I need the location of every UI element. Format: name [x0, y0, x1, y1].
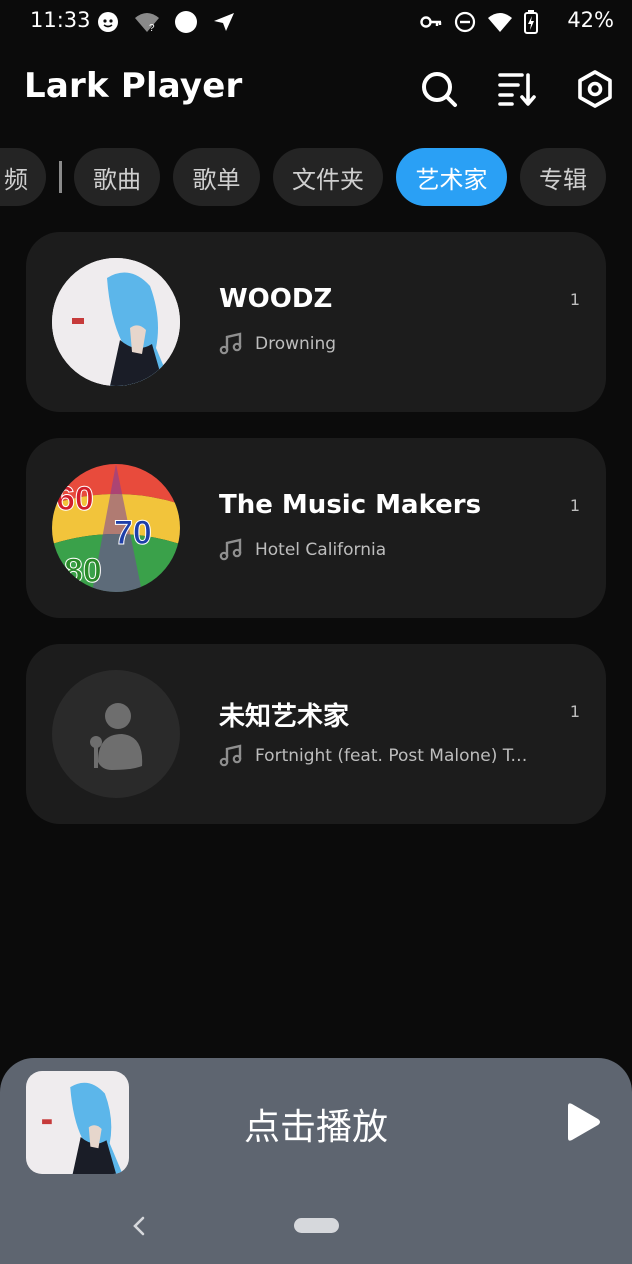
header-actions [418, 68, 616, 110]
artist-name: 未知艺术家 [219, 702, 350, 732]
song-count: 1 [569, 290, 580, 309]
mini-player-title[interactable]: 点击播放 [0, 1098, 632, 1150]
song-title: Drowning [255, 334, 337, 354]
svg-text:?: ? [149, 23, 155, 33]
tab-label: 文件夹 [292, 165, 364, 194]
sort-button[interactable] [496, 68, 538, 110]
tab-divider [59, 161, 62, 193]
battery-icon [524, 10, 538, 34]
circle-icon [175, 11, 197, 33]
back-icon[interactable] [128, 1214, 150, 1238]
wifi-unknown-icon: ? [135, 13, 159, 33]
song-count: 1 [569, 702, 580, 721]
song-row: Fortnight (feat. Post Malone) Tayl... [219, 744, 535, 768]
artist-name: The Music Makers [219, 490, 482, 520]
battery-percent: 42% [567, 8, 614, 32]
artist-avatar [52, 670, 180, 798]
search-button[interactable] [418, 68, 460, 110]
settings-icon [578, 70, 612, 108]
song-title: Hotel California [255, 540, 387, 560]
face-icon [98, 12, 118, 32]
tab-label: 频 [4, 165, 28, 194]
tab-label: 歌单 [192, 165, 241, 194]
singer-placeholder-icon [90, 703, 143, 770]
status-time: 11:33 [30, 8, 91, 32]
artist-avatar: 60 70 80 [52, 464, 180, 592]
artist-name: WOODZ [219, 284, 333, 314]
status-bar: 11:33 ? 42% [0, 0, 632, 46]
mini-player[interactable]: 点击播放 [0, 1058, 632, 1264]
status-right-icons [420, 10, 538, 34]
home-pill[interactable] [294, 1218, 339, 1233]
status-left-icons: ? [96, 10, 236, 34]
artist-card[interactable]: WOODZ Drowning 1 [26, 232, 606, 412]
category-tabs: 频 歌曲 歌单 文件夹 艺术家 专辑 [0, 148, 632, 206]
send-icon [214, 13, 234, 31]
svg-text:80: 80 [64, 552, 102, 590]
app-title: Lark Player [24, 66, 243, 106]
svg-text:60: 60 [56, 480, 94, 518]
key-icon [420, 16, 442, 28]
settings-button[interactable] [574, 68, 616, 110]
tab-playlists[interactable]: 歌单 [173, 148, 260, 206]
artist-card[interactable]: 未知艺术家 Fortnight (feat. Post Malone) Tayl… [26, 644, 606, 824]
music-note-icon [219, 744, 242, 767]
tab-folders[interactable]: 文件夹 [273, 148, 383, 206]
do-not-disturb-icon [454, 11, 476, 33]
sort-icon [498, 73, 536, 106]
tab-albums[interactable]: 专辑 [520, 148, 606, 206]
music-note-icon [219, 332, 242, 355]
play-icon[interactable] [562, 1102, 602, 1142]
tab-artists[interactable]: 艺术家 [396, 148, 507, 206]
tab-songs[interactable]: 歌曲 [74, 148, 160, 206]
song-row: Drowning [219, 332, 336, 356]
artist-card[interactable]: 60 70 80 The Music Makers Hotel Californ… [26, 438, 606, 618]
tab-video[interactable]: 频 [0, 148, 46, 206]
search-icon [422, 72, 457, 107]
tab-label: 专辑 [539, 165, 587, 194]
tab-label: 歌曲 [93, 165, 141, 194]
tab-label: 艺术家 [415, 165, 488, 194]
artist-avatar [52, 258, 180, 386]
svg-text:70: 70 [114, 514, 152, 552]
song-count: 1 [569, 496, 580, 515]
song-row: Hotel California [219, 538, 386, 562]
music-note-icon [219, 538, 242, 561]
song-title: Fortnight (feat. Post Malone) Tayl... [255, 746, 535, 766]
wifi-icon [488, 13, 512, 32]
